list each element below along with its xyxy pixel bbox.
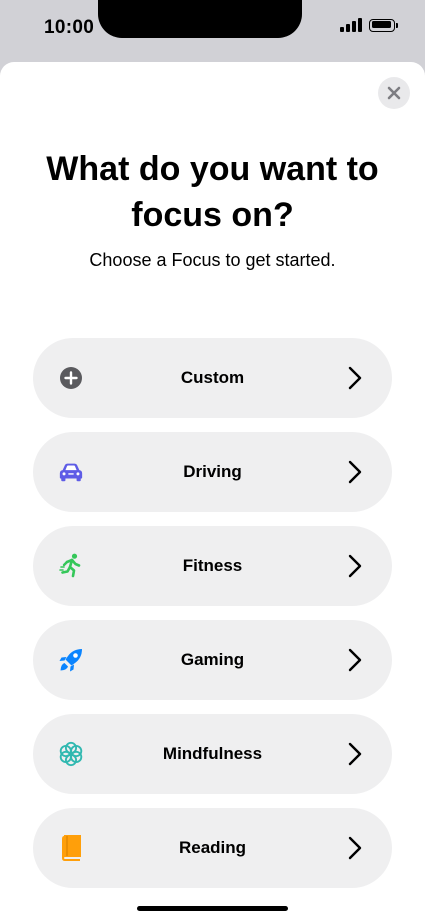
focus-option-label: Driving: [183, 462, 242, 481]
chevron-right-icon: [348, 836, 362, 860]
focus-option-mindfulness[interactable]: Mindfulness: [33, 714, 392, 794]
focus-option-label: Mindfulness: [162, 744, 263, 763]
focus-option-fitness[interactable]: Fitness: [33, 526, 392, 606]
status-time: 10:00: [44, 17, 95, 38]
focus-option-driving[interactable]: Driving: [33, 432, 392, 512]
focus-option-label: Custom: [180, 368, 245, 387]
flower-icon: [58, 741, 84, 767]
phone-screen: 10:00 What do you want to focus on? Choo…: [0, 0, 425, 920]
home-indicator[interactable]: [137, 906, 288, 911]
chevron-right-icon: [348, 460, 362, 484]
plus-circle-icon: [58, 366, 84, 390]
chevron-right-icon: [348, 648, 362, 672]
focus-options-list: Custom Driving Fitness Gaming Mindfulnes…: [33, 338, 392, 902]
focus-option-label: Fitness: [182, 556, 243, 575]
battery-icon: [369, 18, 398, 32]
focus-option-custom[interactable]: Custom: [33, 338, 392, 418]
chevron-right-icon: [348, 366, 362, 390]
chevron-right-icon: [348, 554, 362, 578]
focus-option-reading[interactable]: Reading: [33, 808, 392, 888]
status-icons: [340, 18, 398, 32]
page-subtitle: Choose a Focus to get started.: [89, 250, 336, 270]
focus-option-label: Gaming: [180, 650, 245, 669]
close-icon: [387, 86, 401, 100]
focus-option-label: Reading: [178, 838, 247, 857]
running-icon: [58, 553, 84, 578]
focus-option-gaming[interactable]: Gaming: [33, 620, 392, 700]
rocket-icon: [58, 648, 84, 672]
book-icon: [58, 835, 84, 861]
chevron-right-icon: [348, 742, 362, 766]
notch: [98, 0, 302, 38]
page-title: What do you want to focus on?: [46, 150, 379, 234]
status-bar: 10:00: [0, 0, 425, 60]
focus-setup-sheet: What do you want to focus on? Choose a F…: [0, 62, 425, 920]
car-icon: [58, 460, 84, 484]
close-button[interactable]: [378, 77, 410, 109]
cellular-signal-icon: [340, 18, 362, 32]
